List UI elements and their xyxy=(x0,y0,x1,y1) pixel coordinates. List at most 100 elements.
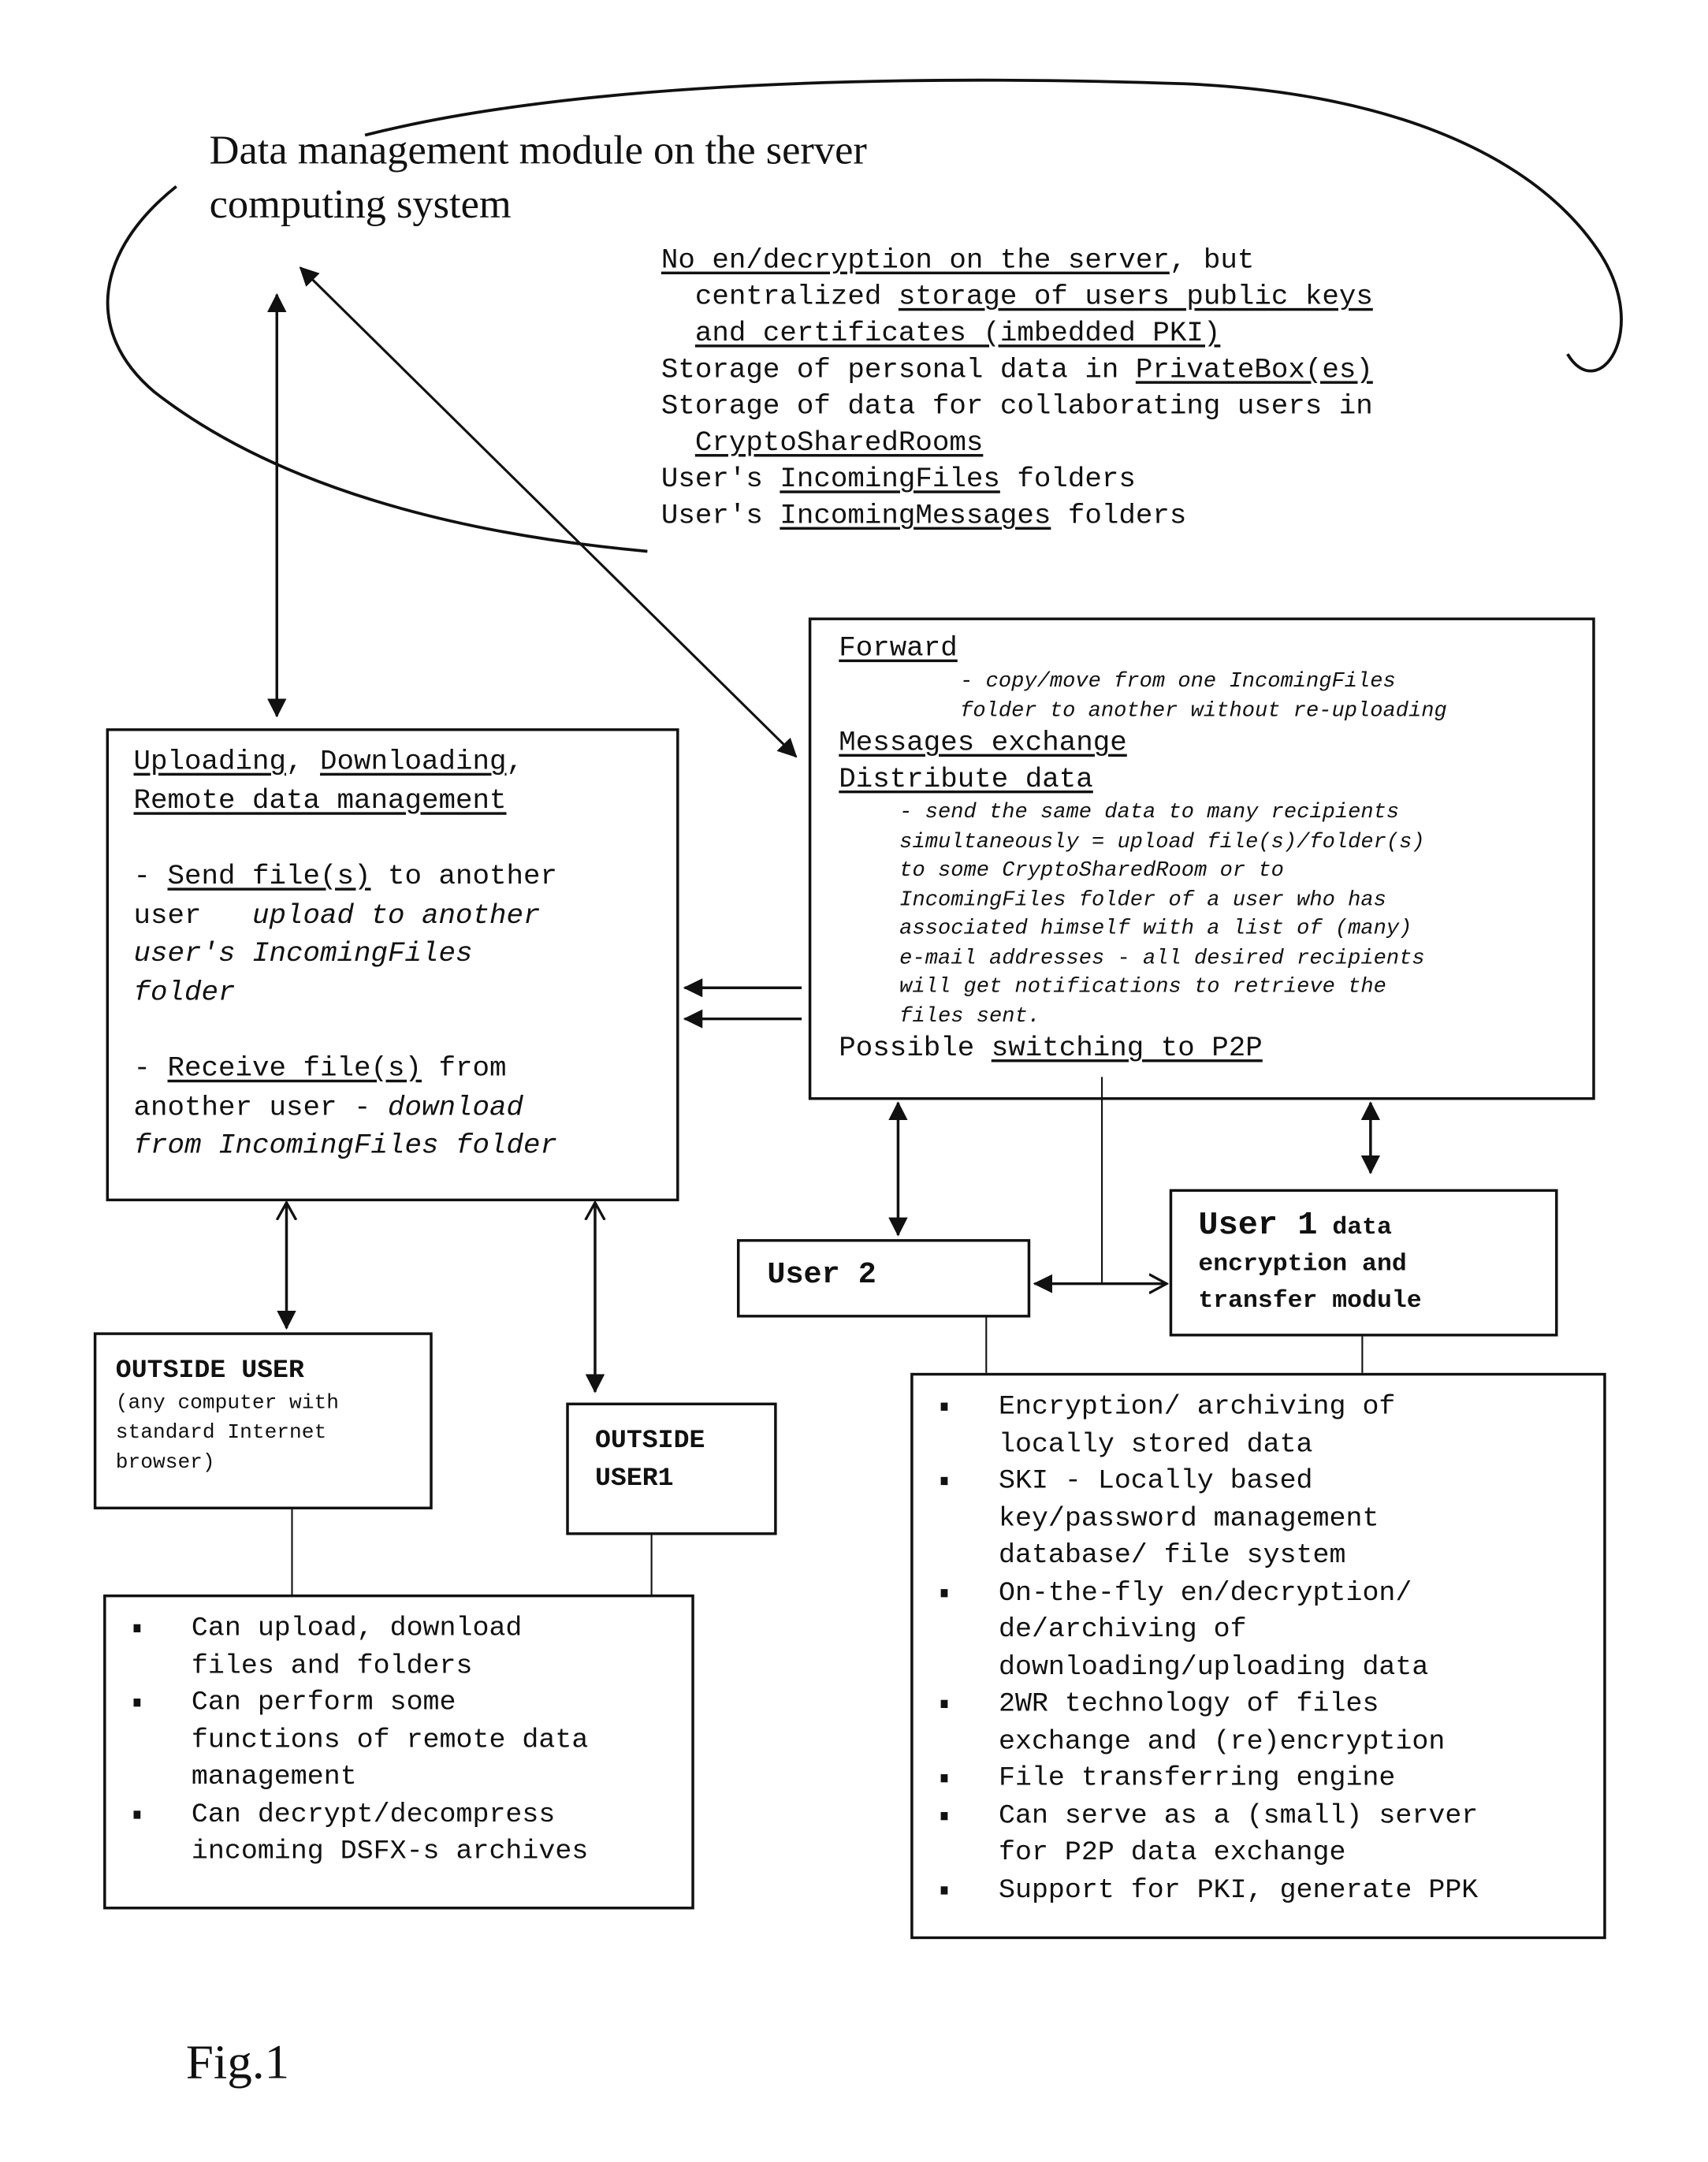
text: download xyxy=(388,1092,524,1124)
text: user xyxy=(133,900,253,932)
distribute-data-label: Distribute data xyxy=(839,765,1093,796)
desc-line: IncomingFiles folder of a user who has xyxy=(899,887,1386,912)
forward-description: - copy/move from one IncomingFiles folde… xyxy=(839,668,1447,726)
send-line: user's IncomingFiles xyxy=(133,939,473,970)
server-note-line: User's IncomingFiles folders xyxy=(661,462,1373,498)
outside-user1-box: OUTSIDE USER1 xyxy=(566,1402,777,1535)
text: another user - xyxy=(133,1092,389,1124)
capability-text: Can decrypt/decompress incoming DSFX-s a… xyxy=(191,1799,589,1868)
server-note-line: centralized storage of users public keys xyxy=(661,280,1373,316)
capability-item: File transferring engine xyxy=(914,1761,1479,1798)
capability-text: Support for PKI, generate PPK xyxy=(999,1874,1479,1907)
user1-module-box: User 1 data encryption and transfer modu… xyxy=(1169,1189,1558,1337)
title-line: computing system xyxy=(209,182,512,228)
server-note-line: Storage of personal data in PrivateBox(e… xyxy=(661,352,1373,389)
server-notes: No en/decryption on the server, but cent… xyxy=(661,244,1373,535)
separator: , xyxy=(286,747,321,779)
p2p-line-text: Possible switching to P2P xyxy=(839,1031,1447,1067)
user1-line: encryption and xyxy=(1198,1251,1407,1278)
upload-download-box: Uploading, Downloading, Remote data mana… xyxy=(106,728,679,1202)
distribute-description: - send the same data to many recipients s… xyxy=(839,798,1447,1031)
bullet-icon xyxy=(940,1811,948,1820)
switching-to-p2p-label: switching to P2P xyxy=(991,1033,1263,1065)
text: folders xyxy=(1051,501,1187,533)
underlined-term: and certificates (imbedded PKI) xyxy=(694,318,1221,351)
capability-item: Can perform some functions of remote dat… xyxy=(106,1685,589,1796)
capability-text: Can upload, download files and folders xyxy=(191,1613,523,1682)
text: Possible xyxy=(839,1033,992,1065)
outside-capabilities-box: Can upload, download files and folders Ca… xyxy=(103,1594,694,1910)
bullet-icon xyxy=(940,1699,948,1709)
forward-distribute-box: Forward - copy/move from one IncomingFil… xyxy=(808,617,1595,1100)
bullet-icon xyxy=(133,1810,141,1818)
server-ellipse-left-arc xyxy=(106,185,648,553)
outside-user-title: OUTSIDE USER xyxy=(115,1355,304,1386)
server-note-line: and certificates (imbedded PKI) xyxy=(661,316,1373,352)
send-line: - Send file(s) to another xyxy=(134,859,557,898)
capability-text: On-the-fly en/decryption/ de/archiving o… xyxy=(999,1577,1429,1684)
underlined-term: IncomingFiles xyxy=(780,464,1000,497)
uploading-label: Uploading xyxy=(133,747,287,779)
user2-label: User 2 xyxy=(767,1258,876,1292)
capability-text: Can perform some functions of remote dat… xyxy=(191,1688,589,1794)
bullet-icon xyxy=(940,1588,948,1597)
messages-exchange-label: Messages exchange xyxy=(839,728,1127,760)
outside-user1-line: USER1 xyxy=(594,1463,674,1494)
downloading-label: Downloading xyxy=(320,747,507,779)
outside-capabilities-list: Can upload, download files and folders Ca… xyxy=(106,1611,589,1871)
text: centralized xyxy=(661,282,899,314)
capability-text: Can serve as a (small) server for P2P da… xyxy=(999,1800,1479,1870)
capability-item: 2WR technology of files exchange and (re… xyxy=(914,1687,1479,1761)
capability-item: Can serve as a (small) server for P2P da… xyxy=(914,1798,1479,1872)
desc-line: files sent. xyxy=(899,1003,1041,1028)
underlined-term: storage of users public keys xyxy=(898,282,1373,314)
text: to another xyxy=(370,861,558,894)
receive-line: from IncomingFiles folder xyxy=(133,1130,558,1163)
bullet-icon xyxy=(940,1774,948,1783)
text xyxy=(661,428,695,459)
desc-line: folder to another without re-uploading xyxy=(960,698,1447,723)
capability-item: SKI - Locally based key/password managem… xyxy=(914,1464,1479,1575)
text: Storage of data for collaborating users … xyxy=(661,392,1373,423)
dash: - xyxy=(133,861,168,894)
figure-label: Fig.1 xyxy=(185,2034,290,2089)
text: folders xyxy=(999,464,1136,497)
server-note-line: Storage of data for collaborating users … xyxy=(661,389,1373,426)
send-files-label: Send file(s) xyxy=(167,861,371,894)
desc-line: - copy/move from one IncomingFiles xyxy=(960,668,1396,694)
text: , but xyxy=(1169,246,1255,277)
receive-files-label: Receive file(s) xyxy=(167,1054,422,1085)
forward-label: Forward xyxy=(839,634,958,665)
server-note-line: User's IncomingMessages folders xyxy=(661,499,1373,535)
upload-heading-line1: Uploading, Downloading, xyxy=(134,745,557,783)
capability-text: SKI - Locally based key/password managem… xyxy=(999,1466,1379,1572)
server-note-line: CryptoSharedRooms xyxy=(661,426,1373,462)
text: User's xyxy=(661,464,780,497)
desc-line: simultaneously = upload file(s)/folder(s… xyxy=(899,828,1425,854)
bullet-icon xyxy=(940,1402,948,1411)
desc-line: browser) xyxy=(115,1451,215,1475)
capability-item: On-the-fly en/decryption/ de/archiving o… xyxy=(914,1575,1479,1686)
send-line: user upload to another xyxy=(134,898,557,936)
capability-text: 2WR technology of files exchange and (re… xyxy=(999,1689,1446,1758)
user2-box: User 2 xyxy=(736,1239,1031,1318)
underlined-term: CryptoSharedRooms xyxy=(694,428,984,460)
capability-item: Can upload, download files and folders xyxy=(106,1611,589,1685)
capability-text: Encryption/ archiving of locally stored … xyxy=(999,1391,1396,1461)
underlined-term: No en/decryption on the server xyxy=(661,246,1170,277)
desc-line: to some CryptoSharedRoom or to xyxy=(899,858,1284,883)
underlined-term: PrivateBox(es) xyxy=(1135,355,1373,387)
text: data xyxy=(1317,1215,1392,1242)
desc-line: associated himself with a list of (many) xyxy=(899,916,1412,941)
text: upload to another xyxy=(252,900,541,932)
text: from xyxy=(422,1054,507,1085)
outside-user-box: OUTSIDE USER (any computer with standard… xyxy=(93,1332,433,1509)
bullet-icon xyxy=(133,1624,141,1632)
send-line: folder xyxy=(133,977,236,1009)
text: User's xyxy=(661,501,780,533)
desc-line: - send the same data to many recipients xyxy=(899,799,1400,824)
user1-capabilities-list: Encryption/ archiving of locally stored … xyxy=(914,1389,1479,1909)
server-module-title: Data management module on the server com… xyxy=(210,125,867,233)
separator: , xyxy=(506,747,524,779)
text: Storage of personal data in xyxy=(661,355,1136,387)
